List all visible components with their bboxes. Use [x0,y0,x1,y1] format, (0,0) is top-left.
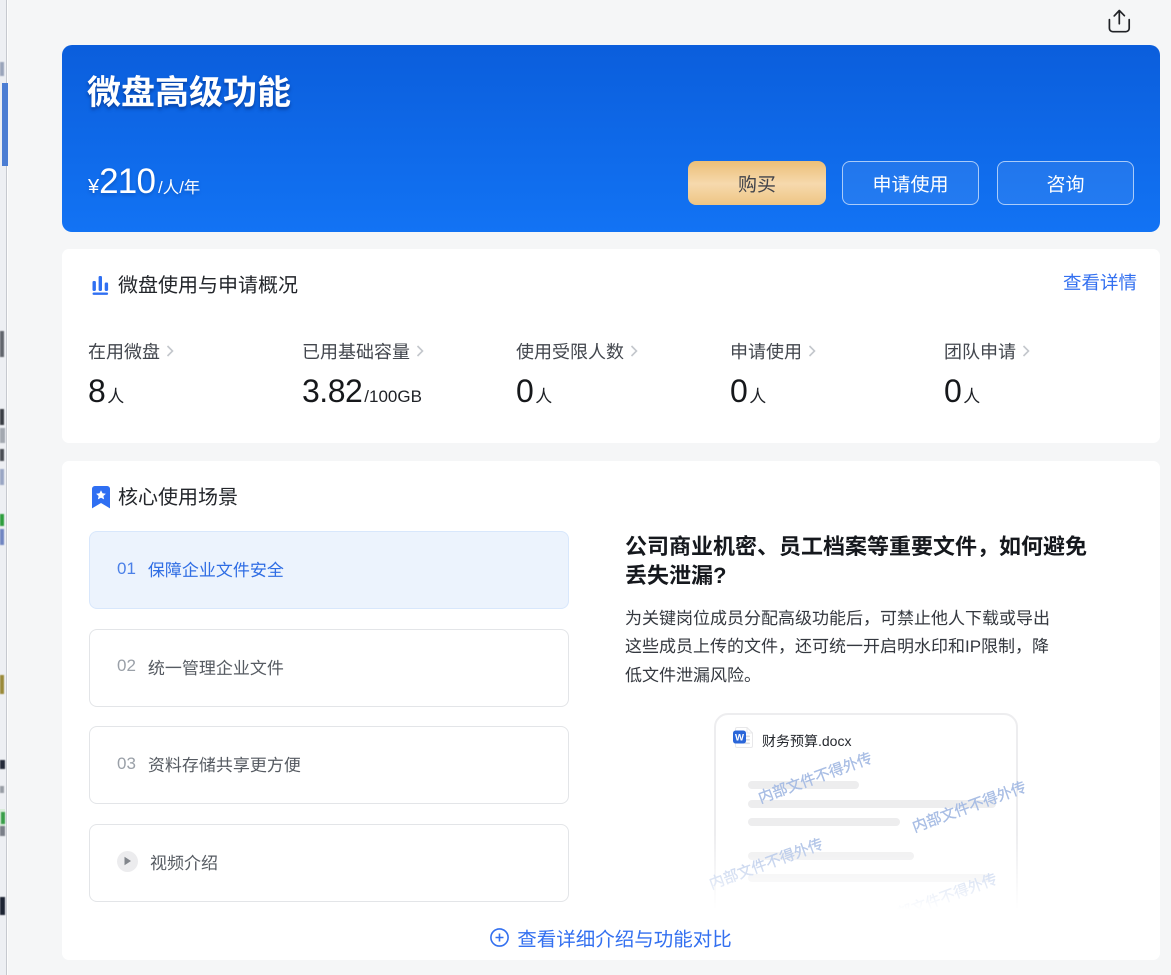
svg-text:W: W [735,733,744,744]
